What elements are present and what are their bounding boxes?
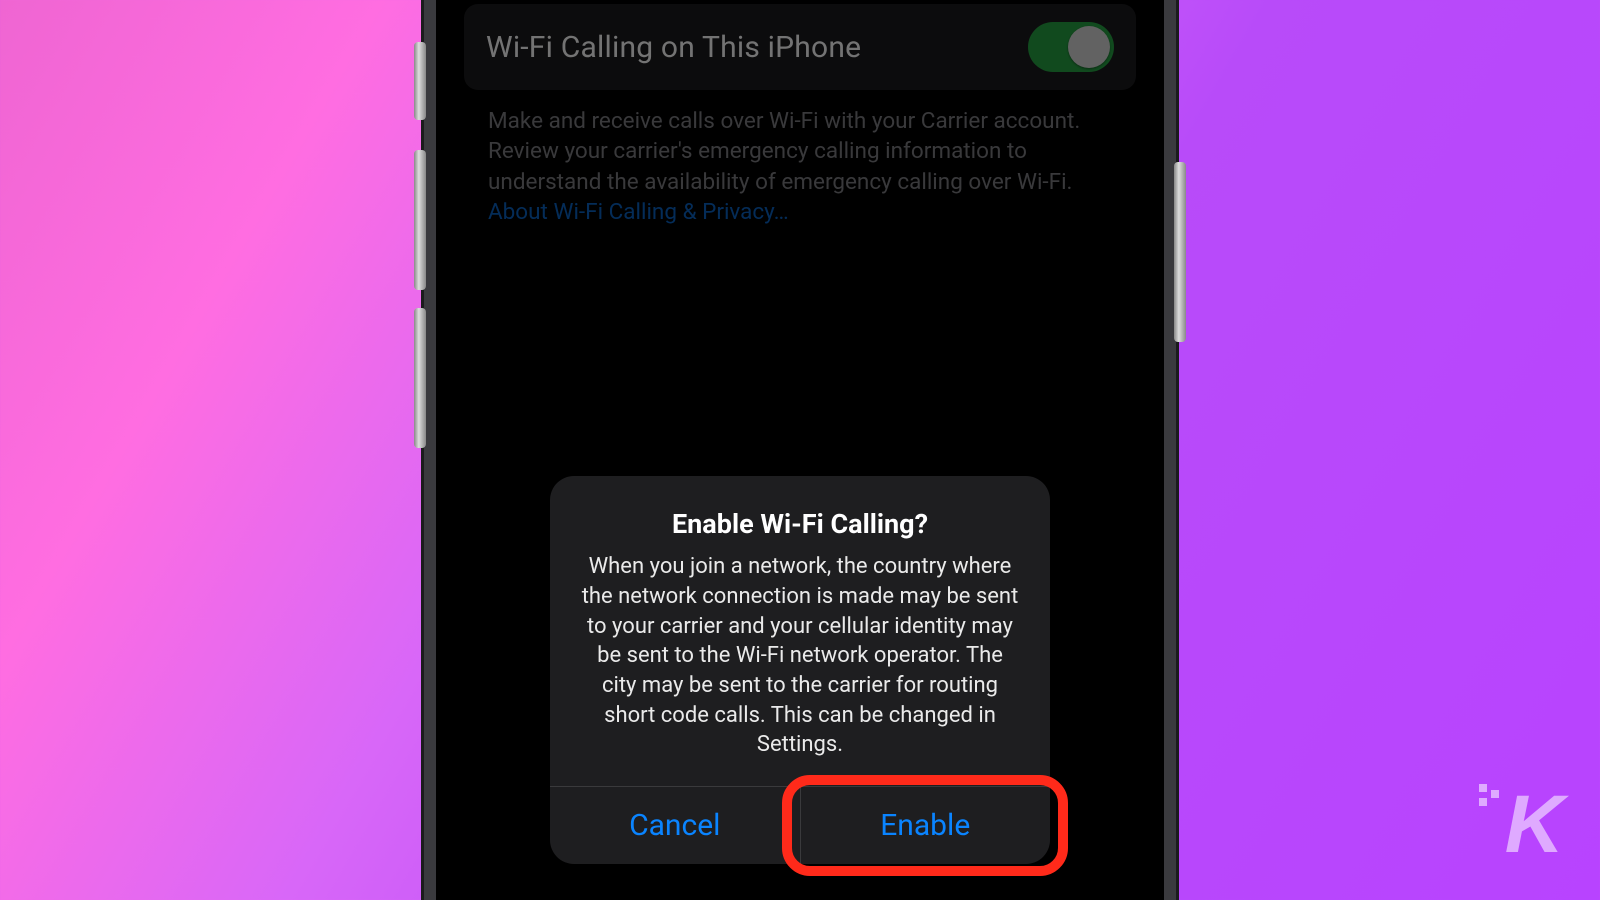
- enable-wifi-calling-alert: Enable Wi-Fi Calling? When you join a ne…: [550, 476, 1050, 864]
- alert-title: Enable Wi-Fi Calling?: [578, 508, 1022, 540]
- volume-down-button: [414, 308, 426, 448]
- alert-backdrop: Enable Wi-Fi Calling? When you join a ne…: [436, 0, 1164, 900]
- watermark-logo: K: [1505, 778, 1560, 872]
- alert-button-row: Cancel Enable: [550, 786, 1050, 864]
- volume-up-button: [414, 150, 426, 290]
- phone-screen: Wi-Fi Calling on This iPhone Make and re…: [436, 0, 1164, 900]
- alert-body: Enable Wi-Fi Calling? When you join a ne…: [550, 476, 1050, 786]
- phone-frame: Wi-Fi Calling on This iPhone Make and re…: [424, 0, 1176, 900]
- power-button: [1174, 162, 1186, 342]
- mute-switch: [414, 42, 426, 120]
- watermark-letter: K: [1505, 779, 1560, 870]
- watermark-dots-icon: [1479, 784, 1503, 808]
- alert-message: When you join a network, the country whe…: [578, 552, 1022, 760]
- enable-button[interactable]: Enable: [800, 787, 1051, 864]
- cancel-button[interactable]: Cancel: [550, 787, 800, 864]
